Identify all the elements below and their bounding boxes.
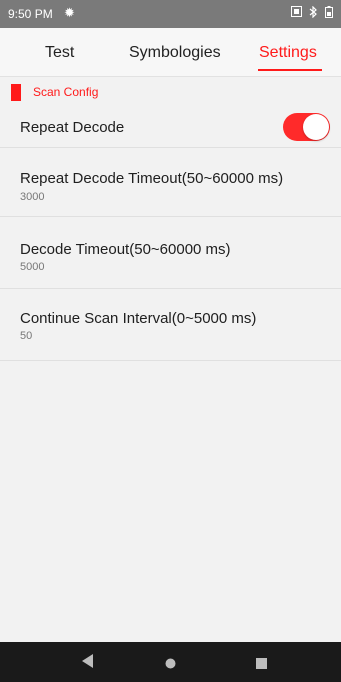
setting-row-continue-scan-interval[interactable]: Continue Scan Interval(0~5000 ms) 50 xyxy=(0,289,341,361)
battery-icon xyxy=(325,6,333,21)
setting-value: 50 xyxy=(20,330,33,342)
back-icon[interactable] xyxy=(82,654,94,673)
section-accent-bar xyxy=(11,84,21,101)
status-bar: 9:50 PM ✹ xyxy=(0,0,341,28)
setting-value: 5000 xyxy=(20,261,45,273)
system-nav-bar xyxy=(0,642,341,682)
settings-gear-icon: ✹ xyxy=(64,5,75,20)
section-header: Scan Config xyxy=(0,83,341,103)
setting-value: 3000 xyxy=(20,191,45,203)
setting-row-decode-timeout[interactable]: Decode Timeout(50~60000 ms) 5000 xyxy=(0,217,341,289)
setting-title: Repeat Decode Timeout(50~60000 ms) xyxy=(20,170,284,187)
setting-title: Decode Timeout(50~60000 ms) xyxy=(20,241,231,258)
repeat-decode-toggle[interactable] xyxy=(283,113,330,141)
tab-symbologies[interactable]: Symbologies xyxy=(129,44,221,62)
section-title: Scan Config xyxy=(33,85,99,99)
setting-title: Repeat Decode xyxy=(20,119,125,136)
tab-settings[interactable]: Settings xyxy=(259,44,317,62)
tab-bar: Test Symbologies Settings xyxy=(0,28,341,77)
active-tab-indicator xyxy=(258,69,322,71)
screenshot-icon xyxy=(291,6,302,21)
recents-icon[interactable] xyxy=(256,656,267,674)
status-time: 9:50 PM xyxy=(8,7,53,21)
setting-row-repeat-decode[interactable]: Repeat Decode xyxy=(0,107,341,148)
home-icon[interactable] xyxy=(165,656,176,674)
status-icons xyxy=(291,5,333,21)
tab-test[interactable]: Test xyxy=(45,44,74,62)
setting-row-repeat-decode-timeout[interactable]: Repeat Decode Timeout(50~60000 ms) 3000 xyxy=(0,148,341,217)
setting-title: Continue Scan Interval(0~5000 ms) xyxy=(20,310,257,327)
app-screen: 9:50 PM ✹ Test Symbologies Settings Scan… xyxy=(0,0,341,682)
bluetooth-icon xyxy=(309,5,318,21)
toggle-knob xyxy=(303,114,329,140)
